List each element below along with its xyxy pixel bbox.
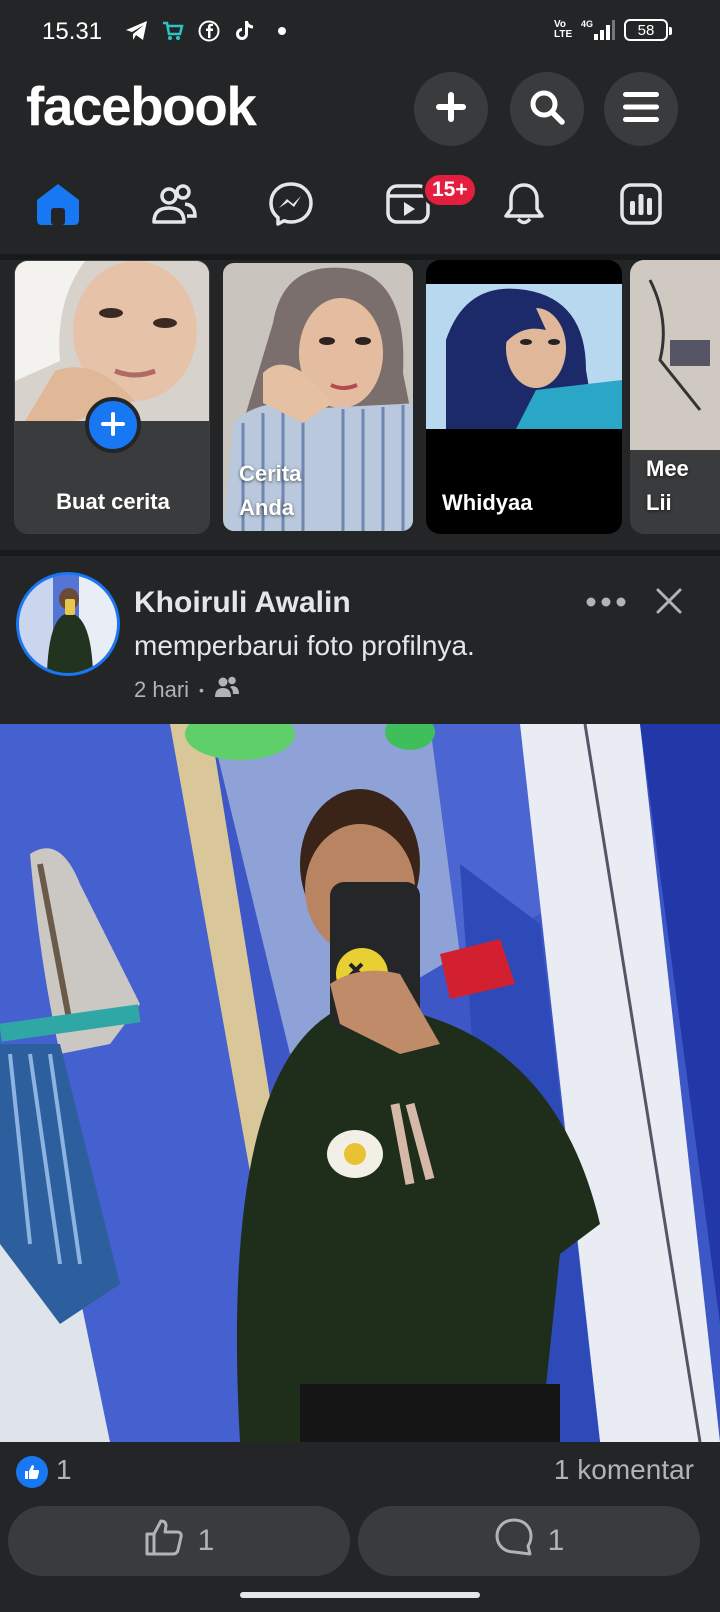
more-options-icon xyxy=(586,594,626,612)
search-button[interactable] xyxy=(510,72,584,146)
plus-icon xyxy=(100,407,126,443)
hamburger-menu-icon xyxy=(621,89,661,130)
network-type: 4G xyxy=(581,19,593,29)
app-header: facebook xyxy=(0,64,720,164)
plus-icon xyxy=(433,89,469,130)
like-button[interactable]: 1 xyxy=(8,1506,350,1576)
tab-notifications[interactable] xyxy=(496,178,552,234)
system-indicators: Vo LTE 4G 58 xyxy=(554,18,672,42)
stories-carousel: Buat cerita Cerita Anda Whidyaa Mee Lii xyxy=(0,260,720,550)
like-count[interactable]: 1 xyxy=(56,1454,72,1486)
post-meta: 2 hari • xyxy=(134,676,240,704)
hide-post-button[interactable] xyxy=(652,586,686,620)
menu-button[interactable] xyxy=(604,72,678,146)
post-header: Khoiruli Awalin memperbarui foto profiln… xyxy=(0,556,720,724)
volte-indicator: Vo LTE xyxy=(554,19,573,40)
post-options-button[interactable] xyxy=(582,588,630,618)
like-button-count: 1 xyxy=(197,1524,215,1557)
friends-audience-icon[interactable] xyxy=(214,676,240,704)
post-time[interactable]: 2 hari xyxy=(134,677,189,703)
video-notification-badge: 15+ xyxy=(422,172,478,208)
comment-button-count: 1 xyxy=(547,1524,565,1557)
post-photo[interactable] xyxy=(0,724,720,1442)
friends-icon xyxy=(151,182,197,231)
dashboard-icon xyxy=(618,181,664,232)
search-icon xyxy=(527,87,567,132)
messenger-icon xyxy=(268,181,314,232)
story-label: Whidyaa xyxy=(442,490,533,515)
create-button[interactable] xyxy=(414,72,488,146)
bell-icon xyxy=(501,181,547,232)
story-label: Cerita Anda xyxy=(239,461,302,520)
more-notifications-dot xyxy=(278,27,286,35)
separator-dot: • xyxy=(199,682,204,698)
comment-button[interactable]: 1 xyxy=(358,1506,700,1576)
post-actions: 1 1 xyxy=(0,1506,720,1580)
author-name[interactable]: Khoiruli Awalin xyxy=(134,586,351,620)
tab-messenger[interactable] xyxy=(263,178,319,234)
like-reaction-icon[interactable] xyxy=(16,1456,48,1488)
facebook-logo: facebook xyxy=(26,75,257,137)
reactions-summary: 1 1 komentar xyxy=(0,1442,720,1506)
story-label: Mee Lii xyxy=(646,456,689,515)
signal-icon: 4G xyxy=(580,18,616,42)
post-action-text: memperbarui foto profilnya. xyxy=(134,630,475,661)
facebook-icon xyxy=(196,18,222,44)
thumbs-up-icon xyxy=(144,1518,184,1564)
comment-count[interactable]: 1 komentar xyxy=(554,1454,694,1486)
shopping-cart-icon xyxy=(160,18,186,44)
status-time: 15.31 xyxy=(42,18,103,45)
home-indicator[interactable] xyxy=(240,1592,480,1598)
battery-indicator: 58 xyxy=(624,19,672,41)
tab-dashboard[interactable] xyxy=(613,178,669,234)
author-avatar[interactable] xyxy=(16,572,120,676)
add-story-button[interactable] xyxy=(85,397,141,453)
tab-bar xyxy=(0,164,720,254)
tab-home[interactable] xyxy=(30,178,86,234)
story-card[interactable]: Whidyaa xyxy=(426,260,622,534)
telegram-icon xyxy=(124,18,150,44)
story-card[interactable]: Mee Lii xyxy=(630,260,720,534)
create-story-card[interactable]: Buat cerita xyxy=(14,260,210,534)
home-icon xyxy=(35,182,81,231)
comment-icon xyxy=(494,1517,534,1565)
tiktok-icon xyxy=(232,18,258,44)
create-story-label: Buat cerita xyxy=(56,489,170,514)
status-bar: 15.31 Vo LTE 4G 58 xyxy=(0,0,720,64)
tab-friends[interactable] xyxy=(146,178,202,234)
notification-icons xyxy=(124,18,286,44)
close-icon xyxy=(656,588,682,619)
story-card[interactable]: Cerita Anda xyxy=(220,260,416,534)
